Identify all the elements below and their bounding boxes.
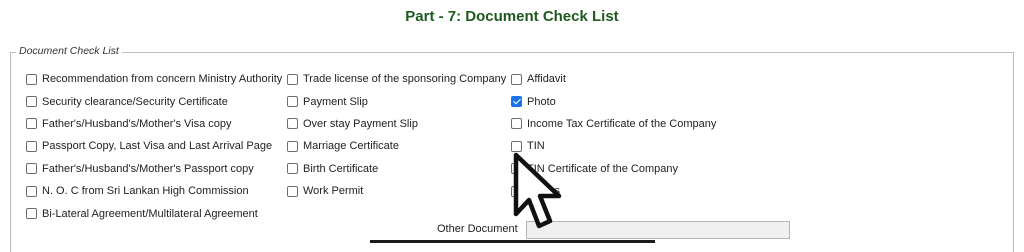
checkbox[interactable]: [287, 185, 298, 197]
checklist-column-3: Affidavit Photo Income Tax Certificate o…: [511, 68, 716, 202]
checklist-item-photo[interactable]: Photo: [511, 90, 716, 112]
checklist-item-bilateral-agreement[interactable]: Bi-Lateral Agreement/Multilateral Agreem…: [26, 202, 282, 224]
checkbox[interactable]: [26, 140, 37, 152]
checkbox[interactable]: [26, 163, 37, 175]
checkbox[interactable]: [511, 163, 522, 175]
checklist-item-birth-certificate[interactable]: Birth Certificate: [287, 158, 506, 180]
checkbox-label: Trade license of the sponsoring Company: [303, 73, 507, 86]
checkbox[interactable]: [287, 73, 298, 85]
checklist-item-recommendation[interactable]: Recommendation from concern Ministry Aut…: [26, 68, 282, 90]
checklist-item-security-clearance[interactable]: Security clearance/Security Certificate: [26, 90, 282, 112]
checklist-item-work-permit[interactable]: Work Permit: [287, 180, 506, 202]
checkbox-label: Photo: [527, 95, 556, 108]
checklist-item-payment-slip[interactable]: Payment Slip: [287, 90, 506, 112]
checklist-item-affidavit[interactable]: Affidavit: [511, 68, 716, 90]
checklist-item-relative-passport[interactable]: Father's/Husband's/Mother's Passport cop…: [26, 158, 282, 180]
checkbox[interactable]: [26, 96, 37, 108]
checkbox-label: Payment Slip: [303, 95, 368, 108]
checkbox-label: Father's/Husband's/Mother's Visa copy: [42, 117, 232, 130]
checklist-item-overstay-payment-slip[interactable]: Over stay Payment Slip: [287, 113, 506, 135]
checkbox-label: Passport Copy, Last Visa and Last Arriva…: [42, 140, 273, 153]
checkbox[interactable]: [511, 185, 522, 197]
checkbox-label: Work Permit: [303, 185, 364, 198]
other-document-label: Other Document: [437, 223, 518, 235]
checkbox[interactable]: [26, 118, 37, 130]
checklist-column-1: Recommendation from concern Ministry Aut…: [26, 68, 282, 225]
checklist-item-income-tax-certificate[interactable]: Income Tax Certificate of the Company: [511, 113, 716, 135]
document-checklist-legend: Document Check List: [16, 44, 122, 58]
checkbox[interactable]: [511, 73, 522, 85]
checkbox[interactable]: [26, 73, 37, 85]
checklist-item-visa-copy[interactable]: Father's/Husband's/Mother's Visa copy: [26, 113, 282, 135]
checkbox[interactable]: [287, 118, 298, 130]
checklist-item-tin-certificate[interactable]: TIN Certificate of the Company: [511, 158, 716, 180]
checklist-item-others[interactable]: Others: [511, 180, 716, 202]
checklist-item-trade-license[interactable]: Trade license of the sponsoring Company: [287, 68, 506, 90]
checkbox-label: Income Tax Certificate of the Company: [527, 117, 717, 130]
checkbox-label: N. O. C from Sri Lankan High Commission: [42, 185, 249, 198]
other-document-input[interactable]: [526, 221, 790, 239]
checkbox-label: Affidavit: [527, 73, 566, 86]
checkbox[interactable]: [287, 163, 298, 175]
checklist-item-tin[interactable]: TIN: [511, 135, 716, 157]
checkbox[interactable]: [287, 96, 298, 108]
checklist-item-passport-copy[interactable]: Passport Copy, Last Visa and Last Arriva…: [26, 135, 282, 157]
checkbox[interactable]: [511, 118, 522, 130]
checkbox-label: Birth Certificate: [303, 162, 379, 175]
checkbox[interactable]: [287, 140, 298, 152]
page-title: Part - 7: Document Check List: [405, 8, 619, 25]
checkbox-label: Recommendation from concern Ministry Aut…: [42, 73, 283, 86]
checkbox[interactable]: [511, 96, 522, 108]
checkbox-label: TIN: [527, 140, 545, 153]
checkbox[interactable]: [511, 140, 522, 152]
checkbox-label: Over stay Payment Slip: [303, 117, 418, 130]
checkbox-label: Bi-Lateral Agreement/Multilateral Agreem…: [42, 207, 258, 220]
checklist-column-2: Trade license of the sponsoring Company …: [287, 68, 506, 202]
checkbox[interactable]: [26, 185, 37, 197]
checkbox-label: TIN Certificate of the Company: [527, 162, 679, 175]
checkbox-label: Others: [527, 185, 561, 198]
checkbox[interactable]: [26, 208, 37, 220]
checklist-item-marriage-certificate[interactable]: Marriage Certificate: [287, 135, 506, 157]
checkbox-label: Marriage Certificate: [303, 140, 399, 153]
checkbox-label: Security clearance/Security Certificate: [42, 95, 228, 108]
checklist-item-noc[interactable]: N. O. C from Sri Lankan High Commission: [26, 180, 282, 202]
checkbox-label: Father's/Husband's/Mother's Passport cop…: [42, 162, 254, 175]
